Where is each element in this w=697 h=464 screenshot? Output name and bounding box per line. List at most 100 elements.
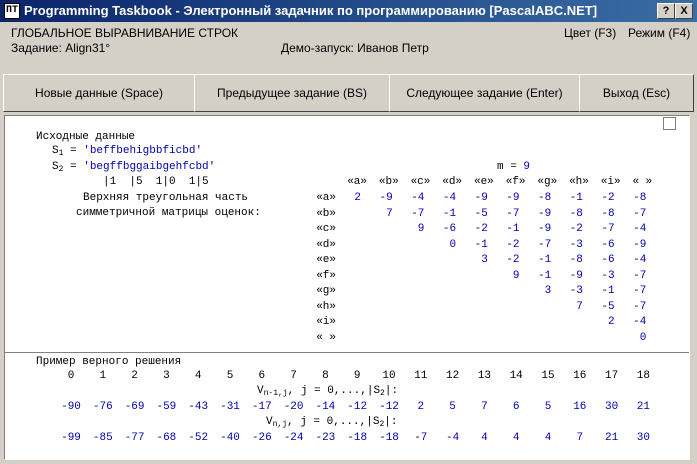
index-cell: 3 (163, 370, 170, 382)
matrix-column-header: «i» (600, 176, 621, 188)
new-data-button[interactable]: Новые данные (Space) (3, 74, 195, 112)
index-cell: 16 (573, 370, 587, 382)
matrix-column-header: «c» (410, 176, 431, 188)
prev-task-button[interactable]: Предыдущее задание (BS) (194, 74, 390, 112)
matrix-cell: -4 (633, 316, 647, 328)
m-value: 9 (523, 161, 531, 173)
m-line: m = 9 (497, 161, 531, 173)
matrix-cell: 2 (607, 316, 615, 328)
matrix-row-label: « » (316, 331, 336, 344)
v2-value: -26 (251, 432, 272, 444)
matrix-cell: -9 (379, 192, 393, 204)
v2-value: -77 (124, 432, 145, 444)
matrix-row-label: «b» (316, 207, 336, 220)
matrix-cell: -4 (411, 192, 425, 204)
matrix-column-header: «e» (473, 176, 494, 188)
matrix-cell: -2 (474, 223, 488, 235)
index-cell: 12 (445, 370, 460, 382)
matrix-cell: 2 (354, 192, 361, 204)
v1-value: 30 (604, 401, 619, 413)
v2-value: 4 (544, 432, 552, 444)
index-cell: 10 (382, 370, 396, 382)
position-ruler: |1 |5 1|0 1|5 (103, 176, 209, 188)
matrix-cell: -1 (442, 207, 457, 220)
index-cell: 5 (226, 370, 234, 382)
v1-value: 5 (544, 401, 552, 413)
matrix-row-label: «g» (316, 285, 336, 297)
index-cell: 17 (604, 370, 619, 382)
help-button[interactable]: ? (657, 3, 675, 19)
v1-value: -20 (283, 401, 304, 413)
matrix-column-header: «g» (537, 176, 558, 188)
matrix-cell: -5 (474, 207, 488, 220)
matrix-row-label: «d» (316, 238, 336, 251)
matrix-column-header: «a» (347, 176, 367, 188)
index-cell: 6 (258, 370, 266, 382)
v2-value: -40 (220, 432, 240, 444)
matrix-cell: -4 (633, 254, 647, 266)
mode-option[interactable]: Режим (F4) (628, 26, 690, 40)
input-heading: Исходные данные (36, 131, 136, 143)
v1-value: -31 (220, 401, 240, 413)
v1-value: 16 (573, 401, 587, 413)
matrix-cell: -2 (506, 238, 520, 251)
v1-value: -43 (188, 401, 209, 413)
next-task-button[interactable]: Следующее задание (Enter) (389, 74, 580, 112)
task-panel: Исходные данные S1 = 'beffbehigbbficbd' … (4, 115, 690, 460)
color-option[interactable]: Цвет (F3) (564, 26, 616, 40)
matrix-cell: -7 (506, 207, 520, 220)
v1-value: -69 (124, 401, 145, 413)
v1-value: 6 (512, 401, 520, 413)
matrix-column-header: «d» (442, 176, 463, 188)
index-cell: 14 (509, 370, 523, 382)
matrix-cell: -8 (537, 192, 552, 204)
v2-value: -7 (414, 432, 428, 444)
index-cell: 7 (290, 370, 297, 382)
index-cell: 1 (99, 370, 107, 382)
matrix-cell: -6 (601, 238, 615, 251)
matrix-cell: -1 (569, 192, 583, 204)
matrix-caption-2: симметричной матрицы оценок: (76, 207, 261, 219)
task-info: ГЛОБАЛЬНОЕ ВЫРАВНИВАНИЕ СТРОК Задание: A… (0, 22, 697, 72)
v2-value: -52 (188, 432, 209, 444)
section-divider (5, 352, 689, 353)
matrix-column-header: « » (632, 176, 653, 188)
v2-value: -68 (156, 432, 177, 444)
matrix-cell: 7 (386, 207, 393, 220)
exit-button[interactable]: Выход (Esc) (579, 74, 694, 112)
matrix-cell: -7 (633, 269, 647, 282)
matrix-cell: -7 (633, 207, 647, 220)
v1-value: 7 (481, 401, 488, 413)
v2-value: -18 (379, 432, 399, 444)
matrix-cell: -2 (601, 192, 615, 204)
matrix-cell: 3 (544, 285, 552, 297)
v1-value: -90 (61, 401, 81, 413)
v1-caption: Vn-1,j, j = 0,...,|S2|: (257, 385, 399, 398)
v2-value: -24 (283, 432, 304, 444)
index-cell: 18 (636, 370, 650, 382)
matrix-cell: -6 (442, 223, 457, 235)
v2-value: -18 (347, 432, 368, 444)
title-bar: ПТ Programming Taskbook - Электронный за… (0, 0, 697, 22)
matrix-cell: -7 (411, 207, 425, 220)
matrix-cell: -8 (569, 207, 583, 220)
v2-value: 21 (604, 432, 619, 444)
solution-heading: Пример верного решения (36, 356, 182, 368)
close-button[interactable]: X (675, 3, 693, 19)
matrix-row-label: «e» (316, 254, 336, 266)
index-cell: 13 (477, 370, 491, 382)
matrix-cell: -9 (537, 223, 552, 235)
matrix-column-header: «b» (378, 176, 399, 188)
matrix-cell: -6 (601, 254, 615, 266)
panel-toggle-box[interactable] (663, 117, 676, 130)
matrix-cell: -1 (537, 254, 552, 266)
matrix-cell: -9 (633, 238, 647, 251)
matrix-cell: -9 (569, 269, 583, 282)
matrix-cell: -3 (569, 285, 583, 297)
button-row: Новые данные (Space) Предыдущее задание … (0, 74, 697, 112)
v1-value: -14 (315, 401, 336, 413)
v1-value: 5 (449, 401, 456, 413)
matrix-cell: -9 (506, 192, 520, 204)
task-label: Задание: Align31° (11, 41, 111, 55)
v2-value: -99 (61, 432, 81, 444)
